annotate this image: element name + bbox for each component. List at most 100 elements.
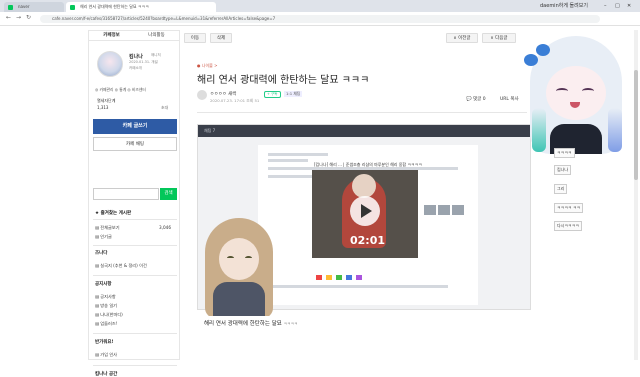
image-top-label: 채팅 7: [204, 128, 216, 133]
cafe-avatar[interactable]: [97, 51, 123, 77]
menu-item-popular[interactable]: ▤ 인기글: [95, 234, 112, 240]
divider: [197, 112, 527, 113]
author-avatar[interactable]: [197, 90, 207, 100]
divider: [93, 219, 177, 220]
avatar-eye: [582, 88, 594, 94]
divider: [93, 275, 177, 276]
side-label: ㅋㅋㅋㅋ ㅋㅋ: [554, 203, 584, 213]
browser-tab-active[interactable]: 해리 연서 광대력에 한탄하는 달묘 ㅋㅋㅋ: [66, 2, 216, 12]
menu-item-nana-word[interactable]: ▤ 나나(한마디): [95, 312, 123, 318]
post-category[interactable]: ● 나이볼 >: [197, 63, 217, 69]
back-icon[interactable]: ←: [6, 14, 11, 21]
browser-tabbar: naver 해리 연서 광대력에 한탄하는 달묘 ㅋㅋㅋ daemin하게 돌려…: [0, 0, 640, 12]
member-count[interactable]: 1,313: [97, 105, 108, 110]
chat-button[interactable]: 1:1 채팅: [284, 91, 303, 97]
side-label: 킴나나: [554, 165, 572, 175]
cafe-grade: 열세자단계: [97, 98, 116, 103]
post-caption: 해리 연서 광대력에 한탄하는 달묘 ㅋㅋㅋㅋ: [204, 319, 298, 327]
thumbnail[interactable]: [438, 205, 450, 215]
video-player[interactable]: 02:01: [312, 170, 418, 258]
menu-item-announce[interactable]: ▤ 공지사항: [95, 294, 116, 300]
menu-item-all-posts[interactable]: ▤ 전체글보기: [95, 225, 120, 231]
menu-item-uploaders[interactable]: ▤ 업들러즈!: [95, 321, 117, 327]
cafe-chat-button[interactable]: 카페 채팅: [93, 137, 177, 151]
thumbnail[interactable]: [424, 205, 436, 215]
placeholder-line: [268, 285, 448, 288]
all-posts-count: 3,046: [159, 225, 171, 230]
cafe-sidebar: 카페정보 나의활동 킴나나 매니저 2020.01.31. 개설 카페소개 ◎ …: [88, 30, 180, 377]
cafe-manager-name[interactable]: 킴나나: [129, 53, 143, 60]
cafe-search-button[interactable]: 검색: [160, 188, 177, 200]
delete-button[interactable]: 삭제: [210, 33, 232, 43]
author-name[interactable]: ㅇㅇㅇㅇ 새싹: [210, 91, 236, 97]
thumbnail[interactable]: [452, 205, 464, 215]
section-welcome-header: 반가워요!: [95, 340, 114, 345]
section-notice-header: 즈나다: [95, 251, 108, 256]
caption-small: ㅋㅋㅋㅋ: [283, 321, 298, 326]
browser-tab[interactable]: naver: [4, 2, 64, 12]
video-figure-head: [352, 174, 376, 198]
avatar-hair-strand: [532, 108, 546, 152]
placeholder-line: [268, 153, 328, 156]
divider: [93, 365, 177, 366]
manager-badge: 매니저: [151, 53, 161, 57]
browser-tab-label: 해리 연서 광대력에 한탄하는 달묘 ㅋㅋㅋ: [80, 4, 149, 9]
tab-cafe-info[interactable]: 카페정보: [89, 31, 134, 40]
menu-item-broadcast-diary[interactable]: ▤ 방송 일기: [95, 303, 117, 309]
cafe-intro-link[interactable]: 카페소개: [129, 66, 142, 71]
menu-item-join-greeting[interactable]: ▤ 가입 인사: [95, 352, 117, 358]
close-icon[interactable]: ✕: [627, 0, 631, 12]
tab-my-activity[interactable]: 나의활동: [134, 31, 179, 40]
cafe-admin-links[interactable]: ◎ 카페관리 ◎ 통계 ◎ 비즈센터: [95, 87, 146, 93]
menu-item-notice[interactable]: ▤ 실국지 (추천 & 정리) 이건: [95, 263, 147, 269]
post-title: 해리 연서 광대력에 한탄하는 달묘 ㅋㅋㅋ: [197, 75, 370, 86]
divider: [93, 245, 177, 246]
avatar-face: [546, 66, 606, 120]
prev-post-button[interactable]: ∧ 이전글: [446, 33, 478, 43]
reload-icon[interactable]: ↻: [26, 14, 31, 21]
profile-tab-label[interactable]: daemin하게 돌려보기: [540, 0, 588, 12]
butterfly-icon: [524, 54, 538, 66]
avatar-hair-strand: [608, 108, 622, 152]
avatar-body: [213, 282, 265, 316]
naver-favicon-icon: [8, 5, 13, 10]
post-date: 2020.07.23. 17:01 조회 51: [210, 98, 260, 103]
avatar-eye: [245, 256, 252, 260]
streamer-avatar-overlay: [197, 216, 281, 316]
avatar-eye: [556, 88, 568, 94]
side-label: 그리: [554, 184, 568, 194]
cafe-open-date: 2020.01.31. 개설: [129, 60, 158, 64]
cafe-search-input[interactable]: [93, 188, 159, 200]
naver-favicon-icon: [70, 5, 75, 10]
next-post-button[interactable]: ∨ 다음글: [482, 33, 516, 43]
favorites-header: ★ 즐겨찾는 게시판: [95, 211, 132, 216]
move-button[interactable]: 이동: [184, 33, 206, 43]
sidebar-tabs: 카페정보 나의활동: [89, 31, 179, 41]
vtuber-avatar-overlay: [516, 28, 640, 154]
maximize-icon[interactable]: □: [615, 0, 620, 12]
comment-count[interactable]: 💬 댓글 0: [466, 96, 486, 102]
avatar-face: [219, 238, 259, 280]
emoji-icon: [316, 275, 322, 280]
invite-link[interactable]: 초대: [161, 105, 168, 111]
forward-icon[interactable]: →: [16, 14, 21, 21]
scrollbar-thumb[interactable]: [634, 70, 638, 180]
side-label: ㅋㅋㅋㅋ: [554, 148, 575, 158]
avatar-eye: [227, 256, 234, 260]
url-field[interactable]: cafe.naver.com/f-e/cafes/31658727/articl…: [40, 15, 600, 23]
emoji-icon: [326, 275, 332, 280]
video-time: 02:01: [350, 234, 386, 247]
play-icon[interactable]: [350, 196, 380, 226]
subscribe-button[interactable]: + 구독: [264, 91, 281, 98]
divider: [93, 333, 177, 334]
emoji-icon: [336, 275, 342, 280]
caption-text: 해리 연서 광대력에 한탄하는 달묘: [204, 321, 282, 327]
write-post-button[interactable]: 카페 글쓰기: [93, 119, 177, 134]
side-label: 다시ㅋㅋㅋㅋ: [554, 221, 583, 231]
browser-tab-label: naver: [18, 4, 30, 9]
image-top-bar: 채팅 7: [198, 125, 530, 137]
embedded-title: [킴나나] 해리 ... | 준썸조충 리샵의 마루분인 해리 옹합 ㅋㅋㅋㅋ: [314, 162, 423, 167]
placeholder-line: [268, 159, 308, 162]
minimize-icon[interactable]: –: [604, 0, 607, 12]
page-scrollbar[interactable]: [634, 30, 638, 360]
